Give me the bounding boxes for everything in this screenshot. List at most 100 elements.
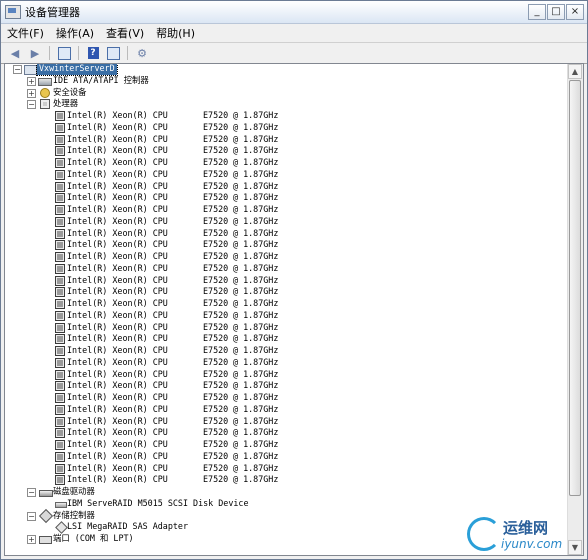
toolbar: ◀ ▶ ? ⚙ bbox=[1, 42, 587, 64]
cpu-chip-icon bbox=[55, 275, 65, 286]
expand-security-toggle[interactable]: + bbox=[27, 88, 36, 98]
menu-action[interactable]: 操作(A) bbox=[56, 25, 94, 41]
cpu-name: Intel(R) Xeon(R) CPU bbox=[67, 133, 168, 144]
cpu-name: Intel(R) Xeon(R) CPU bbox=[67, 392, 168, 402]
cpu-name: Intel(R) Xeon(R) CPU bbox=[67, 333, 168, 344]
minimize-button[interactable]: _ bbox=[528, 4, 546, 20]
processor-item[interactable]: Intel(R) Xeon(R) CPU E7520 @ 1.87GHz bbox=[5, 169, 568, 181]
processor-item[interactable]: Intel(R) Xeon(R) CPU E7520 @ 1.87GHz bbox=[5, 357, 568, 369]
scroll-up-button[interactable]: ▲ bbox=[568, 64, 582, 79]
title-bar[interactable]: 设备管理器 _ □ × bbox=[1, 1, 587, 24]
cpu-model: E7520 bbox=[203, 333, 229, 344]
cpu-frequency: @ 1.87GHz bbox=[233, 439, 279, 449]
close-button[interactable]: × bbox=[566, 4, 584, 20]
device-tree: − VxwinterServerD + IDE ATA/ATAPI 控制器 + 安全设备 −… bbox=[5, 64, 568, 555]
processor-item[interactable]: Intel(R) Xeon(R) CPU E7520 @ 1.87GHz bbox=[5, 451, 568, 463]
collapse-storage-toggle[interactable]: − bbox=[27, 511, 36, 521]
processor-item[interactable]: Intel(R) Xeon(R) CPU E7520 @ 1.87GHz bbox=[5, 204, 568, 216]
cpu-model: E7520 bbox=[203, 145, 229, 156]
collapse-disk-toggle[interactable]: − bbox=[27, 488, 36, 497]
window-title: 设备管理器 bbox=[25, 6, 80, 19]
cpu-name: Intel(R) Xeon(R) CPU bbox=[67, 180, 168, 191]
computer-icon bbox=[24, 65, 37, 75]
cpu-chip-icon bbox=[55, 334, 65, 345]
cpu-frequency: @ 1.87GHz bbox=[233, 227, 279, 238]
menu-file[interactable]: 文件(F) bbox=[7, 25, 44, 41]
cpu-chip-icon bbox=[55, 181, 65, 192]
expand-ide-toggle[interactable]: + bbox=[27, 76, 36, 86]
properties-icon[interactable] bbox=[56, 45, 72, 61]
processor-item[interactable]: Intel(R) Xeon(R) CPU E7520 @ 1.87GHz bbox=[5, 427, 568, 439]
menu-help[interactable]: 帮助(H) bbox=[156, 25, 195, 41]
back-arrow-icon[interactable]: ◀ bbox=[7, 45, 23, 61]
expand-ports-toggle[interactable]: + bbox=[27, 535, 36, 544]
cpu-name: Intel(R) Xeon(R) CPU bbox=[67, 356, 168, 367]
cpu-model: E7520 bbox=[203, 180, 229, 191]
cpu-name: Intel(R) Xeon(R) CPU bbox=[67, 345, 168, 355]
cpu-chip-icon bbox=[55, 287, 65, 298]
watermark-text: 运维网 bbox=[503, 519, 549, 537]
menu-view[interactable]: 查看(V) bbox=[106, 25, 144, 41]
tree-category-security[interactable]: + 安全设备 bbox=[5, 87, 568, 99]
update-driver-icon[interactable] bbox=[105, 45, 121, 61]
processor-item[interactable]: Intel(R) Xeon(R) CPU E7520 @ 1.87GHz bbox=[5, 404, 568, 416]
cpu-model: E7520 bbox=[203, 321, 229, 332]
processor-item[interactable]: Intel(R) Xeon(R) CPU E7520 @ 1.87GHz bbox=[5, 310, 568, 322]
cpu-model: E7520 bbox=[203, 168, 229, 179]
collapse-processors-toggle[interactable]: − bbox=[27, 100, 36, 110]
processor-item[interactable]: Intel(R) Xeon(R) CPU E7520 @ 1.87GHz bbox=[5, 251, 568, 263]
cpu-name: Intel(R) Xeon(R) CPU bbox=[67, 227, 168, 238]
cpu-frequency: @ 1.87GHz bbox=[233, 345, 279, 355]
scan-hardware-icon[interactable]: ⚙ bbox=[134, 45, 150, 61]
disk-device-item[interactable]: IBM ServeRAID M5015 SCSI Disk Device bbox=[5, 498, 568, 510]
processor-item[interactable]: Intel(R) Xeon(R) CPU E7520 @ 1.87GHz bbox=[5, 228, 568, 240]
menu-bar: 文件(F) 操作(A) 查看(V) 帮助(H) bbox=[1, 24, 587, 42]
maximize-button[interactable]: □ bbox=[547, 4, 565, 20]
cpu-name: Intel(R) Xeon(R) CPU bbox=[67, 274, 168, 285]
cpu-chip-icon bbox=[55, 122, 65, 133]
processor-item[interactable]: Intel(R) Xeon(R) CPU E7520 @ 1.87GHz bbox=[5, 286, 568, 298]
help-icon[interactable]: ? bbox=[85, 45, 101, 61]
processor-item[interactable]: Intel(R) Xeon(R) CPU E7520 @ 1.87GHz bbox=[5, 181, 568, 193]
processor-item[interactable]: Intel(R) Xeon(R) CPU E7520 @ 1.87GHz bbox=[5, 298, 568, 310]
cpu-model: E7520 bbox=[203, 462, 229, 473]
processor-item[interactable]: Intel(R) Xeon(R) CPU E7520 @ 1.87GHz bbox=[5, 110, 568, 122]
processor-item[interactable]: Intel(R) Xeon(R) CPU E7520 @ 1.87GHz bbox=[5, 345, 568, 357]
processor-item[interactable]: Intel(R) Xeon(R) CPU E7520 @ 1.87GHz bbox=[5, 380, 568, 392]
cpu-name: Intel(R) Xeon(R) CPU bbox=[67, 415, 168, 426]
processor-item[interactable]: Intel(R) Xeon(R) CPU E7520 @ 1.87GHz bbox=[5, 416, 568, 428]
processor-item[interactable]: Intel(R) Xeon(R) CPU E7520 @ 1.87GHz bbox=[5, 134, 568, 146]
processor-item[interactable]: Intel(R) Xeon(R) CPU E7520 @ 1.87GHz bbox=[5, 216, 568, 228]
watermark: 运维网 iyunv.com bbox=[465, 515, 583, 555]
forward-arrow-icon[interactable]: ▶ bbox=[27, 45, 43, 61]
tree-category-ide[interactable]: + IDE ATA/ATAPI 控制器 bbox=[5, 75, 568, 87]
processor-item[interactable]: Intel(R) Xeon(R) CPU E7520 @ 1.87GHz bbox=[5, 122, 568, 134]
processor-item[interactable]: Intel(R) Xeon(R) CPU E7520 @ 1.87GHz bbox=[5, 275, 568, 287]
cpu-frequency: @ 1.87GHz bbox=[233, 121, 279, 132]
cpu-name: Intel(R) Xeon(R) CPU bbox=[67, 427, 168, 438]
processor-item[interactable]: Intel(R) Xeon(R) CPU E7520 @ 1.87GHz bbox=[5, 439, 568, 451]
tree-category-processors[interactable]: − 处理器 bbox=[5, 98, 568, 110]
processor-item[interactable]: Intel(R) Xeon(R) CPU E7520 @ 1.87GHz bbox=[5, 474, 568, 486]
processor-item[interactable]: Intel(R) Xeon(R) CPU E7520 @ 1.87GHz bbox=[5, 157, 568, 169]
cpu-name: Intel(R) Xeon(R) CPU bbox=[67, 286, 168, 297]
processor-item[interactable]: Intel(R) Xeon(R) CPU E7520 @ 1.87GHz bbox=[5, 392, 568, 404]
cpu-chip-icon bbox=[55, 416, 65, 427]
scroll-thumb[interactable] bbox=[569, 80, 581, 496]
processor-item[interactable]: Intel(R) Xeon(R) CPU E7520 @ 1.87GHz bbox=[5, 145, 568, 157]
processor-item[interactable]: Intel(R) Xeon(R) CPU E7520 @ 1.87GHz bbox=[5, 192, 568, 204]
cpu-frequency: @ 1.87GHz bbox=[233, 286, 279, 297]
processor-item[interactable]: Intel(R) Xeon(R) CPU E7520 @ 1.87GHz bbox=[5, 463, 568, 475]
vertical-scrollbar[interactable]: ▲ ▼ bbox=[567, 64, 583, 555]
processor-item[interactable]: Intel(R) Xeon(R) CPU E7520 @ 1.87GHz bbox=[5, 239, 568, 251]
collapse-root-toggle[interactable]: − bbox=[13, 65, 22, 74]
processor-item[interactable]: Intel(R) Xeon(R) CPU E7520 @ 1.87GHz bbox=[5, 322, 568, 334]
tree-root[interactable]: − VxwinterServerD bbox=[5, 64, 568, 76]
processor-item[interactable]: Intel(R) Xeon(R) CPU E7520 @ 1.87GHz bbox=[5, 369, 568, 381]
tree-category-disk[interactable]: − 磁盘驱动器 bbox=[5, 486, 568, 498]
processor-icon bbox=[40, 99, 50, 110]
port-icon bbox=[39, 536, 52, 544]
cpu-name: Intel(R) Xeon(R) CPU bbox=[67, 262, 168, 273]
processor-item[interactable]: Intel(R) Xeon(R) CPU E7520 @ 1.87GHz bbox=[5, 333, 568, 345]
processor-item[interactable]: Intel(R) Xeon(R) CPU E7520 @ 1.87GHz bbox=[5, 263, 568, 275]
